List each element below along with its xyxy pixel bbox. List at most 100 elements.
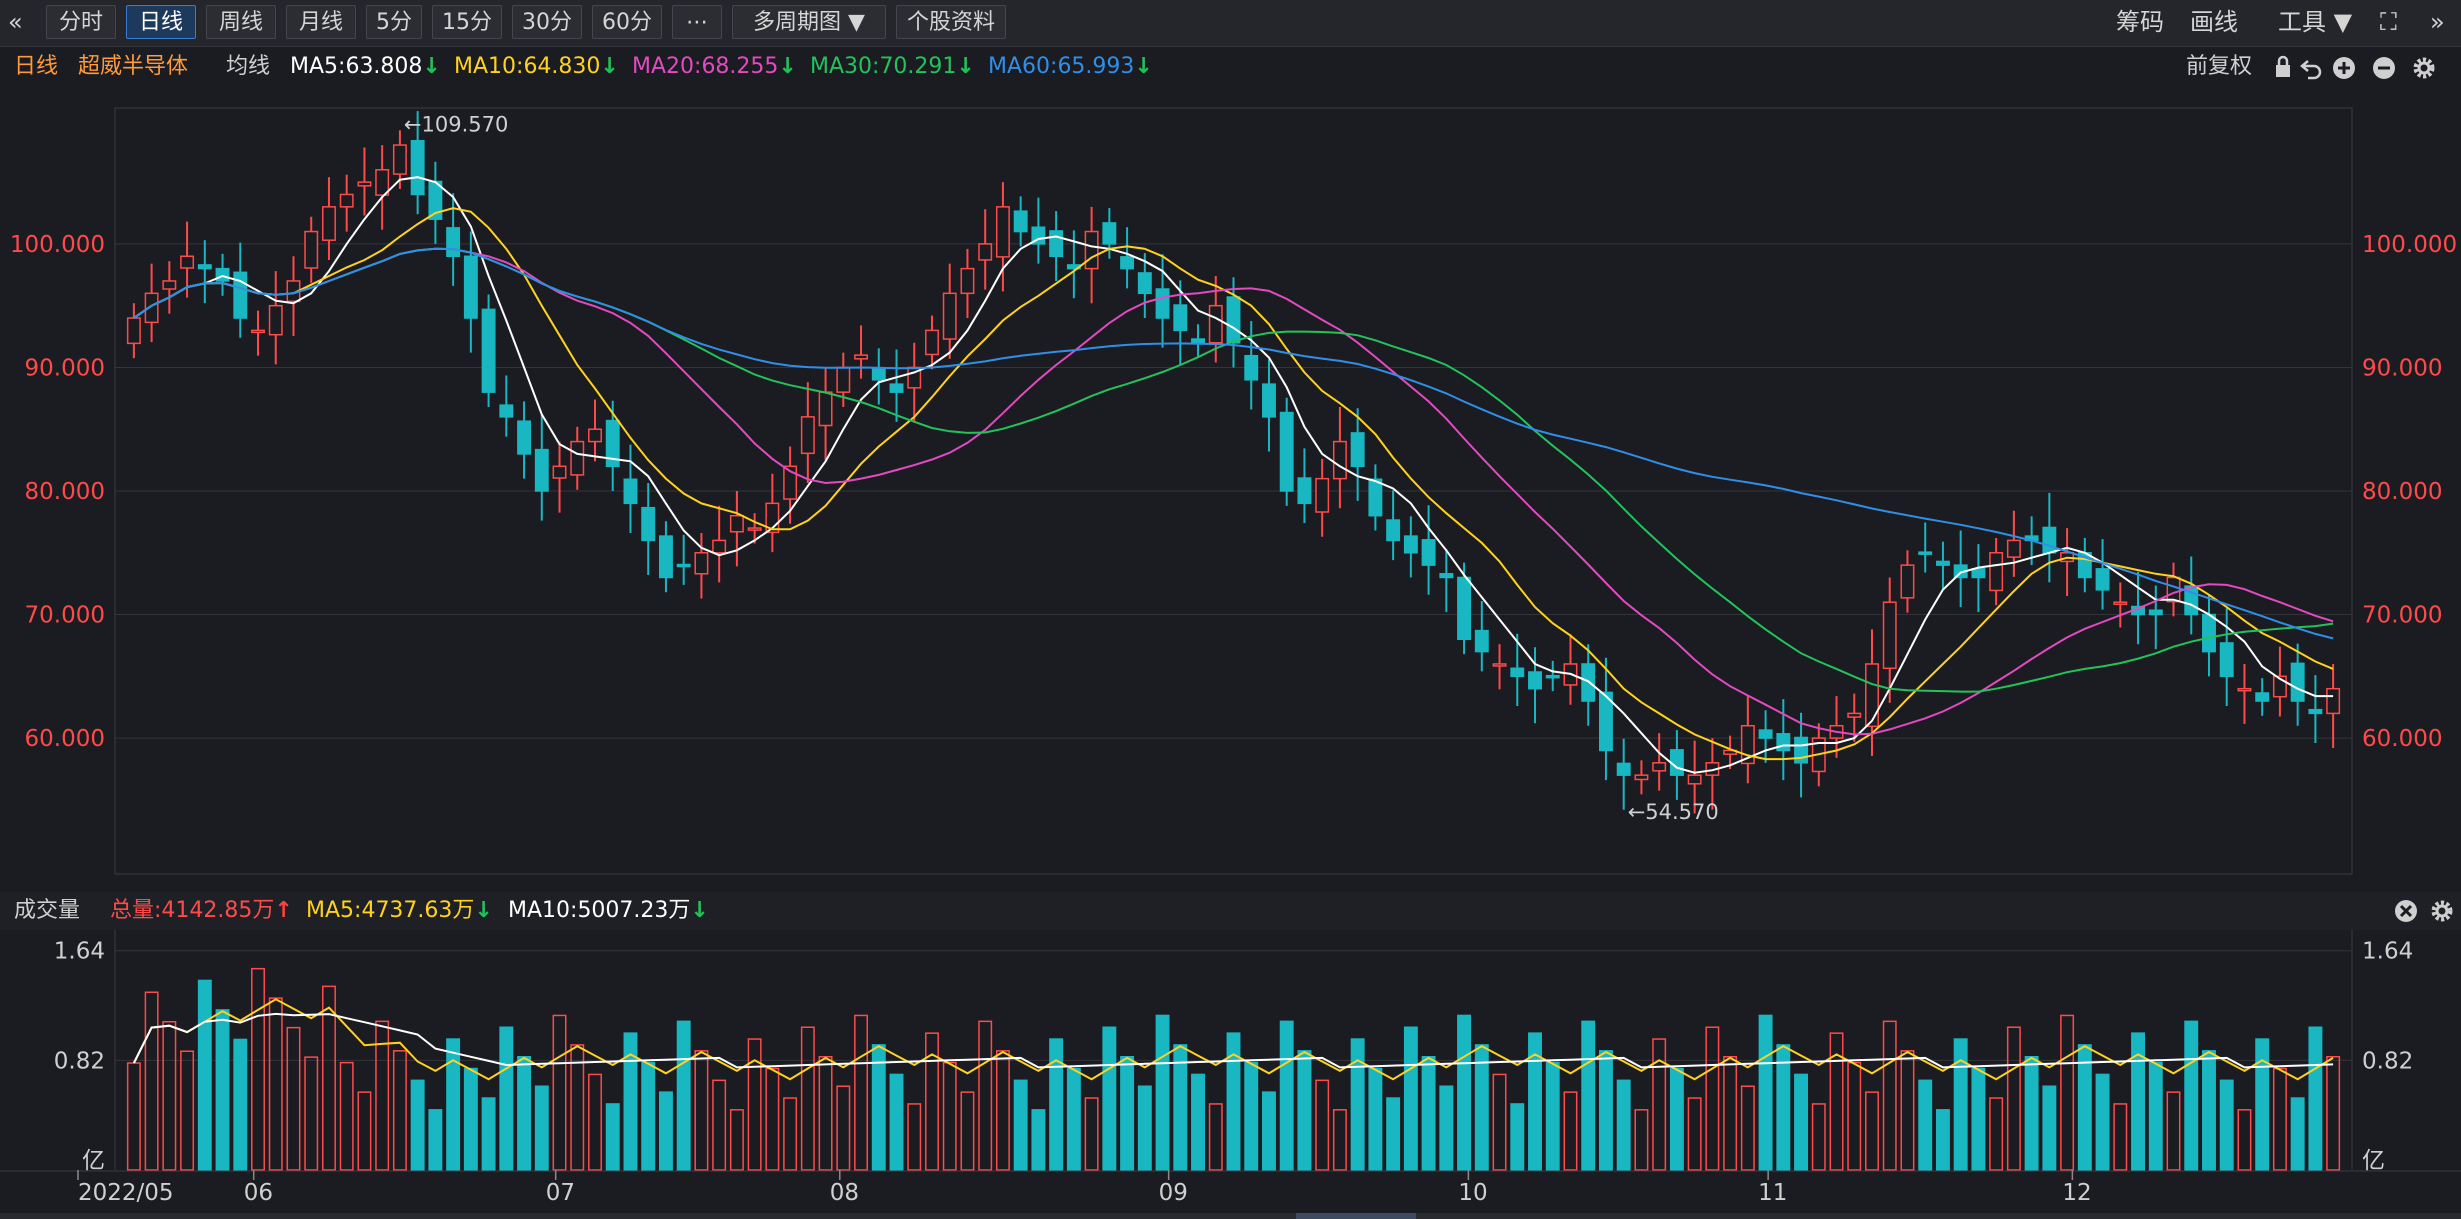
volume-label[interactable]: 成交量	[14, 892, 80, 930]
candle-body	[2148, 609, 2163, 616]
volume-bar	[2326, 1055, 2341, 1171]
volume-bar	[1332, 1109, 1347, 1171]
collapse-icon[interactable]: «	[8, 5, 23, 39]
volume-bar	[1847, 1061, 1862, 1171]
candle-body	[1900, 564, 1915, 599]
ma-label[interactable]: 均线	[226, 47, 270, 87]
volume-bar	[960, 1091, 975, 1171]
candle-body	[1191, 338, 1205, 344]
draw-line-button[interactable]: 画线	[2190, 5, 2238, 39]
candle-body	[1208, 304, 1223, 344]
period-button-2[interactable]: 周线	[206, 5, 276, 39]
date-tick-label: 11	[1758, 1180, 1787, 1206]
volume-bar	[2024, 1055, 2039, 1171]
candle-body	[1403, 535, 1418, 554]
volume-tick-label: 0.82	[2362, 1048, 2413, 1074]
volume-bar	[215, 1009, 230, 1171]
expand-icon[interactable]: »	[2430, 5, 2445, 39]
candle-body	[2006, 539, 2021, 558]
period-button-1[interactable]: 日线	[126, 5, 196, 39]
candle-body	[1935, 560, 1950, 566]
candle-body	[1457, 576, 1472, 641]
volume-bar	[1758, 1014, 1773, 1171]
date-tick-label: 07	[546, 1180, 575, 1206]
volume-bar	[1900, 1050, 1915, 1171]
candle-body	[215, 267, 230, 282]
candle-body	[1120, 256, 1135, 270]
volume-bar	[1102, 1026, 1117, 1171]
lock-icon[interactable]	[2276, 55, 2290, 77]
close-icon[interactable]	[2395, 900, 2417, 922]
period-button-5[interactable]: 15分	[432, 5, 502, 39]
stock-name[interactable]: 超威半导体	[78, 47, 188, 87]
candle-body	[729, 514, 744, 533]
up-arrow-icon: ↑	[274, 898, 293, 923]
volume-bar	[889, 1073, 904, 1171]
chart-scrollbar-thumb[interactable]	[1296, 1213, 1416, 1219]
volume-bar	[2237, 1109, 2252, 1171]
period-button-7[interactable]: 60分	[592, 5, 662, 39]
candle-body	[1155, 288, 1170, 319]
candle-body	[1084, 230, 1099, 270]
volume-bar	[1208, 1103, 1223, 1171]
volume-bar	[499, 1026, 514, 1171]
volume-bar	[1598, 1050, 1613, 1171]
gear-icon[interactable]	[2431, 900, 2453, 922]
price-tick-label: 100.000	[10, 232, 105, 258]
gear-icon[interactable]	[2413, 57, 2435, 79]
volume-bar	[1279, 1020, 1294, 1171]
period-button-0[interactable]: 分时	[46, 5, 116, 39]
volume-bar	[1137, 1085, 1152, 1171]
fullscreen-icon[interactable]: ⛶	[2380, 5, 2397, 39]
volume-bar	[1935, 1109, 1950, 1171]
volume-bar	[2290, 1097, 2305, 1171]
chart-scrollbar[interactable]	[0, 1213, 2461, 1219]
volume-bar	[517, 1055, 532, 1171]
candle-body	[623, 478, 638, 505]
volume-bar	[392, 1050, 407, 1171]
volume-total: 总量:4142.85万↑	[110, 898, 293, 923]
price-tick-label: 90.000	[2362, 355, 2442, 381]
candle-body	[1386, 519, 1401, 542]
candle-body	[2308, 708, 2323, 715]
volume-chart[interactable]: 1.64 0.82 亿 1.64 0.82 亿 2022/05 06 07 08 09 10 11 1…	[0, 930, 2461, 1213]
candle-body	[694, 552, 709, 575]
down-arrow-icon: ↓	[690, 898, 709, 923]
period-button-4[interactable]: 5分	[366, 5, 422, 39]
volume-info-bar: 成交量 总量:4142.85万↑ MA5:4737.63万↓ MA10:5007…	[0, 892, 2461, 930]
volume-bar	[268, 997, 283, 1171]
period-button-6[interactable]: 30分	[512, 5, 582, 39]
chips-button[interactable]: 筹码	[2116, 5, 2164, 39]
volume-bar	[783, 1097, 798, 1171]
volume-tick-label: 亿	[82, 1148, 105, 1174]
volume-bar	[1457, 1014, 1472, 1171]
price-chart[interactable]: 100.000 90.000 80.000 70.000 60.000 100.000 9…	[0, 88, 2461, 888]
volume-bar	[747, 1038, 762, 1171]
candle-body	[1049, 230, 1064, 258]
undo-icon[interactable]	[2300, 60, 2322, 80]
candle-body	[1758, 729, 1773, 739]
tools-menu-button[interactable]: 工具 ▼	[2278, 5, 2352, 39]
candle-body	[1652, 762, 1667, 772]
volume-bar	[1244, 1061, 1259, 1171]
candle-body	[552, 465, 567, 479]
period-button-10[interactable]: 个股资料	[896, 5, 1006, 39]
min-price-marker: ←54.570	[1628, 800, 1719, 824]
candle-body	[1173, 304, 1188, 332]
volume-bar	[2006, 1026, 2021, 1171]
volume-bar	[428, 1109, 443, 1171]
zoom-in-icon[interactable]	[2333, 57, 2355, 79]
volume-bar	[2148, 1061, 2163, 1171]
period-button-3[interactable]: 月线	[286, 5, 356, 39]
candle-body	[1528, 671, 1542, 690]
price-tick-label: 60.000	[25, 726, 105, 752]
volume-controls	[2395, 900, 2453, 922]
period-button-9[interactable]: 多周期图 ▼	[732, 5, 886, 39]
zoom-out-icon[interactable]	[2373, 57, 2395, 79]
adjust-mode-button[interactable]: 前复权	[2186, 47, 2252, 87]
candle-body	[818, 391, 833, 427]
volume-bar	[1350, 1038, 1365, 1171]
price-axis-left: 100.000 90.000 80.000 70.000 60.000	[10, 232, 105, 752]
candle-body	[1474, 629, 1489, 653]
period-button-8[interactable]: ⋯	[672, 5, 722, 39]
